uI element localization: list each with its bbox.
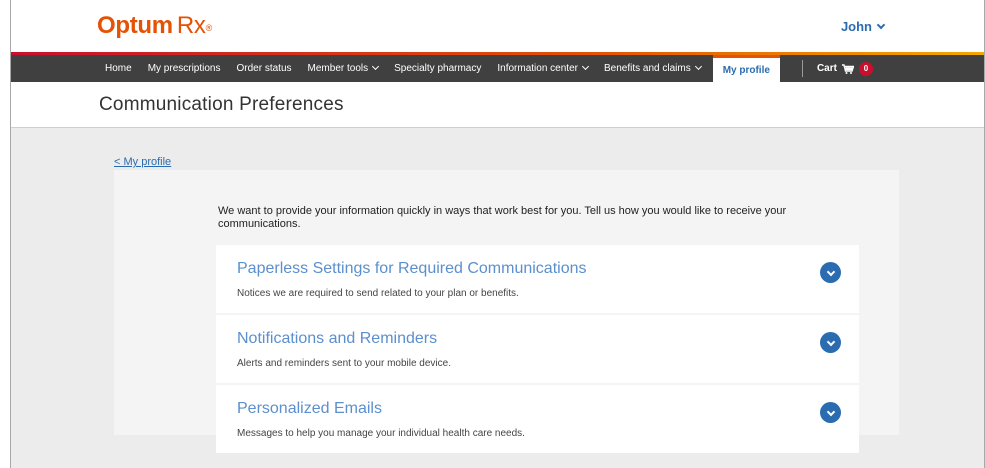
nav-member-tools[interactable]: Member tools — [300, 55, 387, 82]
chevron-down-icon — [372, 62, 380, 71]
card-description: Alerts and reminders sent to your mobile… — [237, 358, 451, 369]
chevron-down-icon — [876, 20, 886, 29]
intro-text: We want to provide your information quic… — [218, 205, 787, 230]
cart-label: Cart — [816, 63, 837, 74]
page-title-bar: Communication Preferences — [11, 82, 984, 128]
chevron-down-icon — [694, 62, 702, 71]
card-title: Notifications and Reminders — [237, 330, 438, 347]
notifications-reminders-card[interactable]: Notifications and Reminders Alerts and r… — [216, 315, 859, 383]
card-description: Notices we are required to send related … — [237, 288, 519, 299]
chevron-down-icon — [581, 62, 590, 71]
expand-button[interactable] — [820, 332, 841, 353]
cart-count-badge: 0 — [858, 61, 873, 76]
nav-divider — [801, 60, 803, 77]
card-description: Messages to help you manage your individ… — [237, 428, 525, 439]
paperless-settings-card[interactable]: Paperless Settings for Required Communic… — [216, 245, 859, 313]
nav-benefits-and-claims[interactable]: Benefits and claims — [596, 55, 709, 82]
nav-home[interactable]: Home — [97, 55, 140, 82]
chevron-down-icon — [826, 337, 835, 346]
optum-rx-logo[interactable]: Optum Rx® — [97, 14, 212, 38]
card-title: Paperless Settings for Required Communic… — [237, 260, 587, 277]
cart-button[interactable]: Cart 0 — [813, 55, 877, 82]
expand-button[interactable] — [820, 262, 841, 283]
chevron-down-icon — [826, 267, 835, 276]
user-menu[interactable]: John — [840, 19, 886, 34]
header: Optum Rx® John — [11, 0, 984, 52]
user-name: John — [840, 19, 872, 34]
back-to-my-profile-link[interactable]: < My profile — [114, 156, 171, 168]
nav-my-profile[interactable]: My profile — [712, 55, 780, 82]
chevron-down-icon — [826, 407, 835, 416]
nav-my-prescriptions[interactable]: My prescriptions — [140, 55, 229, 82]
card-title: Personalized Emails — [237, 400, 382, 417]
nav-order-status[interactable]: Order status — [229, 55, 300, 82]
page-title: Communication Preferences — [99, 94, 344, 115]
personalized-emails-card[interactable]: Personalized Emails Messages to help you… — [216, 385, 859, 453]
nav-information-center[interactable]: Information center — [489, 55, 596, 82]
main-nav: Home My prescriptions Order status Membe… — [11, 55, 984, 82]
expand-button[interactable] — [820, 402, 841, 423]
cart-icon — [841, 63, 854, 74]
nav-specialty-pharmacy[interactable]: Specialty pharmacy — [386, 55, 489, 82]
